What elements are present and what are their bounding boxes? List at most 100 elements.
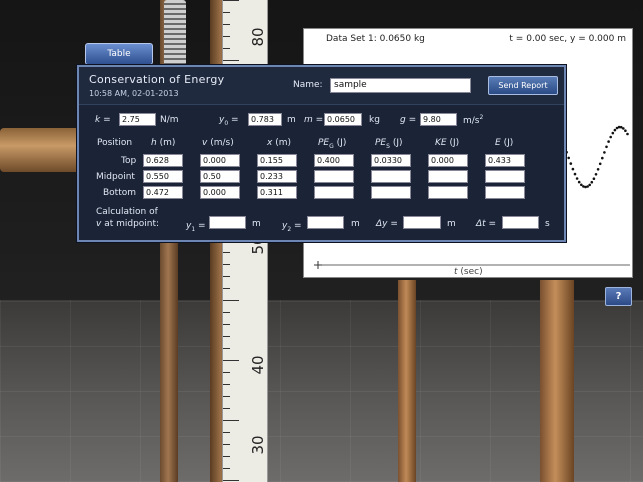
- cell-bot-x[interactable]: 0.311: [257, 186, 297, 199]
- curve-point: [575, 177, 579, 180]
- ruler-tick: [223, 348, 230, 349]
- panel-title: Conservation of Energy: [89, 73, 225, 86]
- x-axis-label: t (sec): [454, 267, 483, 277]
- calc-label-line2: v at midpoint:: [96, 219, 160, 229]
- col-header-ke: KE (J): [435, 138, 460, 148]
- ruler-tick: [223, 408, 230, 409]
- cell-top-peg[interactable]: 0.400: [314, 154, 354, 167]
- m-unit: kg: [369, 115, 380, 125]
- col-header-h: h (m): [151, 138, 176, 148]
- cell-top-x[interactable]: 0.155: [257, 154, 297, 167]
- ruler-tick: [223, 444, 230, 445]
- curve-point: [580, 183, 583, 187]
- curve-point: [596, 168, 600, 171]
- k-value[interactable]: 2.75: [119, 113, 156, 126]
- col-header-v: v (m/s): [202, 138, 234, 148]
- curve-point: [607, 140, 610, 143]
- row-label-midpoint: Midpoint: [96, 172, 135, 182]
- curve-point: [605, 145, 608, 149]
- cell-bot-h[interactable]: 0.472: [143, 186, 183, 199]
- dt-label: Δt =: [476, 219, 497, 229]
- cell-bot-e[interactable]: [485, 186, 525, 199]
- name-label: Name:: [293, 80, 323, 90]
- curve-point: [611, 131, 615, 135]
- cell-mid-x[interactable]: 0.233: [257, 170, 297, 183]
- cell-mid-peg[interactable]: [314, 170, 354, 183]
- position-header: Position: [97, 138, 133, 148]
- ruler-tick: [223, 384, 230, 385]
- cell-mid-v[interactable]: 0.50: [200, 170, 240, 183]
- y2-input[interactable]: [307, 216, 344, 229]
- dy-input[interactable]: [403, 216, 441, 229]
- curve-point: [626, 132, 629, 136]
- timestamp: 10:58 AM, 02-01-2013: [89, 89, 179, 98]
- ruler-tick: [223, 24, 230, 25]
- ruler-mark: 40: [249, 355, 267, 375]
- y2-unit: m: [351, 219, 360, 229]
- col-header-peg: PEG (J): [318, 138, 347, 150]
- ruler-tick: [223, 336, 230, 337]
- curve-point: [594, 173, 598, 176]
- cell-mid-e[interactable]: [485, 170, 525, 183]
- cell-bot-pes[interactable]: [371, 186, 411, 199]
- y0-unit: m: [287, 115, 296, 125]
- table-leg: [540, 280, 574, 482]
- cell-mid-ke[interactable]: [428, 170, 468, 183]
- cell-mid-h[interactable]: 0.550: [143, 170, 183, 183]
- row-label-top: Top: [121, 156, 137, 166]
- ruler-tick: [223, 420, 239, 421]
- cell-top-ke[interactable]: 0.000: [428, 154, 468, 167]
- cell-top-v[interactable]: 0.000: [200, 154, 240, 167]
- ruler-mark: 80: [249, 27, 267, 47]
- curve-point: [573, 172, 577, 176]
- send-report-button[interactable]: Send Report: [488, 76, 558, 95]
- ruler-tick: [223, 12, 230, 13]
- col-header-pes: PES (J): [375, 138, 403, 150]
- curve-point: [622, 127, 625, 130]
- spring[interactable]: [164, 0, 186, 66]
- dy-label: Δy =: [376, 219, 398, 229]
- ruler-tick: [223, 432, 230, 433]
- curve-point: [609, 135, 612, 139]
- m-label: m =: [304, 115, 324, 125]
- ruler-tick: [223, 300, 239, 301]
- cell-bot-ke[interactable]: [428, 186, 468, 199]
- ruler-tick: [223, 360, 239, 361]
- ruler-tick: [223, 372, 230, 373]
- cell-bot-v[interactable]: 0.000: [200, 186, 240, 199]
- dt-input[interactable]: [502, 216, 539, 229]
- curve-point: [577, 180, 581, 184]
- ruler-tick: [223, 396, 230, 397]
- col-header-x: x (m): [267, 138, 291, 148]
- name-input[interactable]: sample: [330, 78, 471, 93]
- y0-label: y0 =: [219, 115, 239, 127]
- g-unit: m/s2: [463, 114, 484, 126]
- curve-point: [598, 162, 602, 166]
- curve-point: [567, 156, 570, 160]
- y1-unit: m: [252, 219, 261, 229]
- cell-bot-peg[interactable]: [314, 186, 354, 199]
- help-button[interactable]: ?: [605, 287, 632, 306]
- ruler-tick: [223, 36, 230, 37]
- m-value[interactable]: 0.0650: [324, 113, 362, 126]
- data-table-panel: Conservation of Energy 10:58 AM, 02-01-2…: [77, 65, 566, 242]
- curve-point: [601, 156, 604, 160]
- y2-label: y2 =: [282, 221, 302, 233]
- ruler-tick: [223, 276, 230, 277]
- y1-input[interactable]: [209, 216, 246, 229]
- ruler-tick: [223, 324, 230, 325]
- y0-value[interactable]: 0.783: [248, 113, 282, 126]
- cell-top-h[interactable]: 0.628: [143, 154, 183, 167]
- ruler-tick: [223, 60, 239, 61]
- cell-top-e[interactable]: 0.433: [485, 154, 525, 167]
- curve-point: [603, 151, 606, 154]
- ruler-tick: [223, 468, 230, 469]
- cell-top-pes[interactable]: 0.0330: [371, 154, 411, 167]
- curve-point: [569, 162, 573, 165]
- ruler-tick: [223, 312, 230, 313]
- g-value[interactable]: 9.80: [420, 113, 457, 126]
- cell-mid-pes[interactable]: [371, 170, 411, 183]
- ruler-tick: [223, 456, 230, 457]
- curve-point: [592, 177, 596, 180]
- table-tab-button[interactable]: Table: [85, 43, 153, 65]
